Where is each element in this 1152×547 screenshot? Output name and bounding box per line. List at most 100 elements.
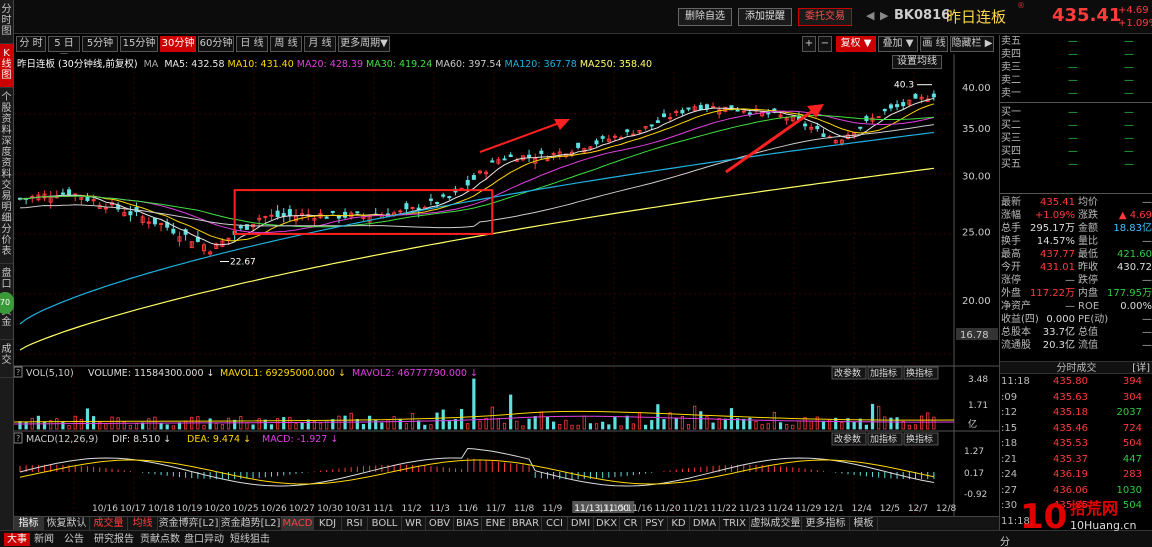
volume-bar: [331, 419, 335, 430]
indicator-tab[interactable]: MACD: [282, 517, 314, 531]
news-tab[interactable]: 公告: [64, 533, 84, 546]
quote-stat-row: 总手 295.17万 金额 18.83亿: [1000, 222, 1152, 235]
period-tab[interactable]: 5 日 ▼: [48, 36, 80, 63]
indicator-tab[interactable]: DKX: [594, 517, 620, 531]
chart-tool-button[interactable]: 复权 ▼: [836, 36, 876, 52]
next-stock-icon[interactable]: ▶: [880, 9, 888, 22]
volume-bar: [729, 408, 734, 430]
period-tab[interactable]: 60分钟: [198, 36, 234, 52]
chart-tool-button[interactable]: +: [802, 36, 816, 52]
indicator-tab[interactable]: RSI: [342, 517, 368, 531]
candle-body: [612, 135, 617, 138]
indicator-tab[interactable]: BOLL: [368, 517, 402, 531]
indicator-tab[interactable]: BRAR: [510, 517, 542, 531]
indicator-tab[interactable]: KDJ: [314, 517, 342, 531]
footer-right-label[interactable]: 分: [1000, 533, 1010, 547]
quote-stat-value: 435.41: [1040, 197, 1075, 208]
indicator-tab[interactable]: 恢复默认: [44, 517, 90, 531]
indicator-tab[interactable]: DMI: [568, 517, 594, 531]
candle-body: [539, 150, 544, 155]
news-tab[interactable]: 大事: [4, 533, 30, 546]
order-book-row[interactable]: 买四 — —: [1000, 145, 1152, 158]
indicator-tab[interactable]: PSY: [642, 517, 668, 531]
indicator-tab[interactable]: TRIX: [720, 517, 750, 531]
tick-detail-link[interactable]: [详]: [1132, 362, 1150, 375]
floating-bubble[interactable]: 70: [0, 292, 14, 314]
tick-volume: 394: [1122, 376, 1142, 387]
remove-watchlist-button[interactable]: 删除自选: [678, 8, 732, 26]
news-tab[interactable]: 新闻: [34, 533, 54, 546]
order-book-row[interactable]: 买五 — —: [1000, 158, 1152, 171]
add-alert-button[interactable]: 添加提醒: [738, 8, 792, 26]
indicator-tab[interactable]: CCI: [542, 517, 568, 531]
news-tab[interactable]: 短线狙击: [230, 533, 270, 546]
indicator-tab[interactable]: 资金博弈[L2]: [158, 517, 220, 531]
x-axis-label: 11/22: [711, 504, 737, 514]
chart-tool-button[interactable]: 隐藏栏 ▶: [950, 36, 994, 52]
order-book-row[interactable]: 卖四 — —: [1000, 48, 1152, 61]
news-tab[interactable]: 贡献点数: [140, 533, 180, 546]
volume-bar: [699, 411, 703, 430]
quote-stat-value: 430.72: [1117, 262, 1152, 273]
period-tab[interactable]: 更多周期▼: [338, 36, 390, 52]
trade-button[interactable]: 委托交易: [798, 8, 852, 26]
watermark-site: 拾荒网: [1070, 499, 1118, 518]
left-rail-item[interactable]: 成交: [0, 340, 13, 378]
indicator-tab[interactable]: 均线: [128, 517, 158, 531]
indicator-tab[interactable]: 成交量: [90, 517, 128, 531]
order-book-row[interactable]: 卖一 — —: [1000, 87, 1152, 100]
indicator-tab[interactable]: KD: [668, 517, 690, 531]
indicator-tab[interactable]: DMA: [690, 517, 720, 531]
period-tab[interactable]: 15分钟: [120, 36, 158, 52]
indicator-tab[interactable]: 更多指标: [802, 517, 850, 531]
indicator-tab[interactable]: BIAS: [454, 517, 482, 531]
volume-bar: [895, 417, 899, 430]
indicator-tab[interactable]: 虚拟成交量: [750, 517, 802, 531]
quote-stat-value: —: [1142, 236, 1152, 247]
indicator-tab[interactable]: 资金趋势[L2]: [220, 517, 282, 531]
candle-body: [655, 120, 660, 124]
order-book-row[interactable]: 买一 — —: [1000, 106, 1152, 119]
left-rail-item[interactable]: 个股资料: [0, 88, 13, 136]
kline-chart-svg[interactable]: 40.00 35.00 30.00 25.00 20.00 16.78 40.3 22.67?…: [14, 54, 999, 516]
volume-bar: [441, 409, 445, 430]
left-rail-item[interactable]: 分价表: [0, 220, 13, 264]
period-tab[interactable]: 分 时: [16, 36, 46, 52]
volume-bar: [858, 418, 862, 430]
watermark-number: 10: [1020, 497, 1067, 534]
period-tab[interactable]: 5分钟: [82, 36, 118, 52]
chart-tool-button[interactable]: −: [818, 36, 832, 52]
order-book-row[interactable]: 卖五 — —: [1000, 35, 1152, 48]
period-tab[interactable]: 月 线: [304, 36, 336, 52]
change-percent: +1.09%: [1118, 18, 1152, 29]
chart-tool-button[interactable]: 叠加 ▼: [878, 36, 918, 52]
order-book-row[interactable]: 卖二 — —: [1000, 74, 1152, 87]
order-book-label: 卖五: [1001, 36, 1021, 47]
news-tab[interactable]: 盘口异动: [184, 533, 224, 546]
period-tab[interactable]: 30分钟: [160, 36, 196, 52]
indicator-tab[interactable]: WR: [402, 517, 426, 531]
order-book-label: 卖四: [1001, 49, 1021, 60]
left-rail-item[interactable]: 分时图: [0, 0, 13, 44]
indicator-tab[interactable]: OBV: [426, 517, 454, 531]
left-rail-item[interactable]: 深度资料: [0, 132, 13, 180]
order-book-row[interactable]: 买三 — —: [1000, 132, 1152, 145]
order-book-row[interactable]: 卖三 — —: [1000, 61, 1152, 74]
indicator-button-label: 换指标: [906, 367, 933, 379]
period-tab[interactable]: 周 线: [270, 36, 302, 52]
candle-body: [269, 214, 274, 217]
period-tab[interactable]: 日 线: [236, 36, 268, 52]
indicator-tab[interactable]: CR: [620, 517, 642, 531]
chart-tool-button[interactable]: 画 线: [920, 36, 948, 52]
quote-stat-value: —: [1142, 314, 1152, 325]
ma-legend-item: MA20: 428.39: [296, 59, 364, 70]
indicator-tab[interactable]: ENE: [482, 517, 510, 531]
prev-stock-icon[interactable]: ◀: [866, 9, 874, 22]
left-rail-item[interactable]: 交易明细: [0, 176, 13, 224]
indicator-tab[interactable]: 模板: [850, 517, 878, 531]
set-ma-button[interactable]: 设置均线: [892, 55, 942, 69]
indicator-tab[interactable]: 指标: [14, 517, 44, 531]
news-tab[interactable]: 研究报告: [94, 533, 134, 546]
order-book-row[interactable]: 买二 — —: [1000, 119, 1152, 132]
left-rail-item[interactable]: K线图: [0, 44, 13, 88]
